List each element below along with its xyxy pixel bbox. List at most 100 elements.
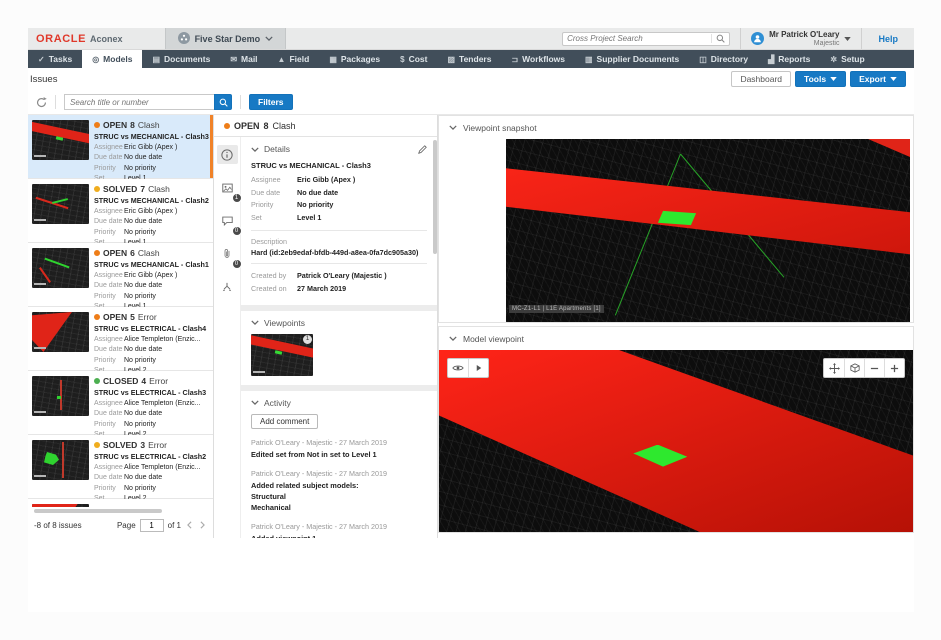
mail-icon: ✉ (230, 55, 237, 64)
issue-list-item[interactable]: OPEN8ClashSTRUC vs MECHANICAL - Clash3As… (28, 115, 213, 179)
screenshot-canvas: ORACLE Aconex Five Star Demo Mr Patrick … (0, 0, 941, 640)
pan-button[interactable] (824, 359, 844, 377)
issue-info: OPEN8ClashSTRUC vs MECHANICAL - Clash3As… (94, 120, 209, 178)
related-rail-button[interactable] (217, 277, 238, 296)
viewpoints-rail-button[interactable]: 1 (217, 178, 238, 197)
previous-page-button[interactable] (185, 521, 194, 529)
help-link[interactable]: Help (861, 28, 914, 49)
model-viewpoint-header[interactable]: Model viewpoint (439, 327, 913, 350)
field-label: Due date (251, 187, 297, 200)
chevron-down-icon (449, 125, 457, 130)
scrollbar-thumb[interactable] (34, 509, 162, 513)
field-value: Eric Gibb (Apex ) (124, 271, 177, 282)
play-button[interactable] (468, 359, 488, 377)
nav-tab-label: Tasks (49, 54, 72, 64)
clash-beam-red (506, 139, 910, 322)
orbit-icon (850, 363, 860, 373)
dashboard-button[interactable]: Dashboard (731, 71, 791, 87)
filters-button[interactable]: Filters (249, 94, 293, 110)
status-dot (224, 123, 230, 129)
comments-rail-button[interactable]: 0 (217, 211, 238, 230)
issue-list-item[interactable] (28, 499, 213, 507)
model-viewpoint-box: Model viewpoint (438, 326, 914, 533)
cross-project-search-input[interactable] (563, 34, 711, 43)
next-page-button[interactable] (198, 521, 207, 529)
zoom-out-button[interactable] (864, 359, 884, 377)
caret-down-icon (844, 37, 851, 41)
refresh-icon[interactable] (36, 97, 47, 108)
field-value: No priority (124, 484, 156, 495)
issue-search-input[interactable] (64, 94, 214, 110)
activity-section-label: Activity (264, 398, 291, 408)
add-comment-button[interactable]: Add comment (251, 414, 318, 429)
nav-tab-supplier-documents[interactable]: ▥Supplier Documents (575, 50, 689, 68)
status-dot (94, 250, 100, 256)
issue-list-item[interactable]: CLOSED4ErrorSTRUC vs ELECTRICAL - Clash3… (28, 371, 213, 435)
activity-section: Activity Add comment Patrick O'Leary - M… (241, 391, 437, 538)
project-selector[interactable]: Five Star Demo (165, 28, 287, 49)
attachments-icon (223, 248, 231, 259)
chevron-down-icon (251, 320, 259, 325)
details-section-header[interactable]: Details (251, 144, 427, 154)
zoom-in-button[interactable] (884, 359, 904, 377)
issue-list-item[interactable]: SOLVED3ErrorSTRUC vs ELECTRICAL - Clash2… (28, 435, 213, 499)
issue-thumbnail (32, 312, 89, 352)
count-badge: 0 (232, 259, 242, 269)
nav-tab-packages[interactable]: ▦Packages (319, 50, 390, 68)
nav-tab-label: Reports (778, 54, 810, 64)
nav-tab-field[interactable]: ▲Field (268, 50, 320, 68)
viewpoints-section-header[interactable]: Viewpoints (251, 318, 427, 328)
export-button[interactable]: Export (850, 71, 906, 87)
edit-icon[interactable] (418, 145, 427, 154)
viewpoint-snapshot-header[interactable]: Viewpoint snapshot (439, 116, 913, 139)
nav-tab-directory[interactable]: ◫Directory (689, 50, 758, 68)
info-rail-button[interactable] (217, 145, 238, 164)
issue-details-body: 100 Details STRUC vs MECHANICAL - Clash3… (214, 137, 437, 538)
field-label: Priority (94, 420, 124, 431)
field-value: Eric Gibb (Apex ) (297, 174, 355, 187)
viewpoint-thumbnail[interactable]: 1 (251, 334, 313, 376)
tools-button[interactable]: Tools (795, 71, 846, 87)
nav-tab-tenders[interactable]: ▨Tenders (437, 50, 501, 68)
nav-tab-label: Setup (841, 54, 865, 64)
activity-meta: Patrick O'Leary - Majestic - 27 March 20… (251, 469, 427, 478)
vertical-scrollbar-thumb[interactable] (433, 140, 437, 254)
nav-tab-label: Supplier Documents (597, 54, 680, 64)
issue-status: OPEN (103, 120, 127, 130)
caret-down-icon (890, 77, 897, 81)
issue-number: 8 (130, 120, 135, 130)
search-icon[interactable] (711, 34, 729, 43)
nav-tab-reports[interactable]: ▟Reports (758, 50, 820, 68)
activity-text: Edited set from Not in set to Level 1 (251, 449, 427, 460)
user-menu[interactable]: Mr Patrick O'Leary Majestic (740, 28, 861, 49)
nav-tab-models[interactable]: ◎Models (82, 50, 142, 68)
issue-list-item[interactable]: OPEN5ErrorSTRUC vs ELECTRICAL - Clash4As… (28, 307, 213, 371)
nav-tab-setup[interactable]: ✲Setup (820, 50, 874, 68)
related-icon (222, 282, 232, 292)
nav-tab-documents[interactable]: ▤Documents (142, 50, 220, 68)
scale-bar (34, 219, 46, 221)
person-icon (753, 34, 762, 43)
model-viewport[interactable] (439, 350, 913, 532)
nav-tab-workflows[interactable]: ⊐Workflows (501, 50, 575, 68)
activity-section-header[interactable]: Activity (251, 398, 427, 408)
page-title: Issues (30, 74, 57, 85)
activity-text: Added viewpoint 1 (251, 533, 427, 538)
field-label: Priority (94, 228, 124, 239)
caret-down-icon (830, 77, 837, 81)
zoom-in-icon (890, 364, 899, 373)
nav-tab-cost[interactable]: $Cost (390, 50, 437, 68)
product-name: Aconex (90, 34, 123, 44)
nav-tab-mail[interactable]: ✉Mail (220, 50, 267, 68)
page-of: of 1 (168, 521, 181, 530)
issue-list-item[interactable]: SOLVED7ClashSTRUC vs MECHANICAL - Clash2… (28, 179, 213, 243)
issue-list-item[interactable]: OPEN6ClashSTRUC vs MECHANICAL - Clash1As… (28, 243, 213, 307)
search-button[interactable] (214, 94, 232, 110)
nav-tab-tasks[interactable]: ✓Tasks (28, 50, 82, 68)
page-number-input[interactable] (140, 519, 164, 532)
details-section-label: Details (264, 144, 290, 154)
eye-button[interactable] (448, 359, 468, 377)
field-value: 27 March 2019 (297, 283, 346, 296)
orbit-button[interactable] (844, 359, 864, 377)
attachments-rail-button[interactable]: 0 (217, 244, 238, 263)
